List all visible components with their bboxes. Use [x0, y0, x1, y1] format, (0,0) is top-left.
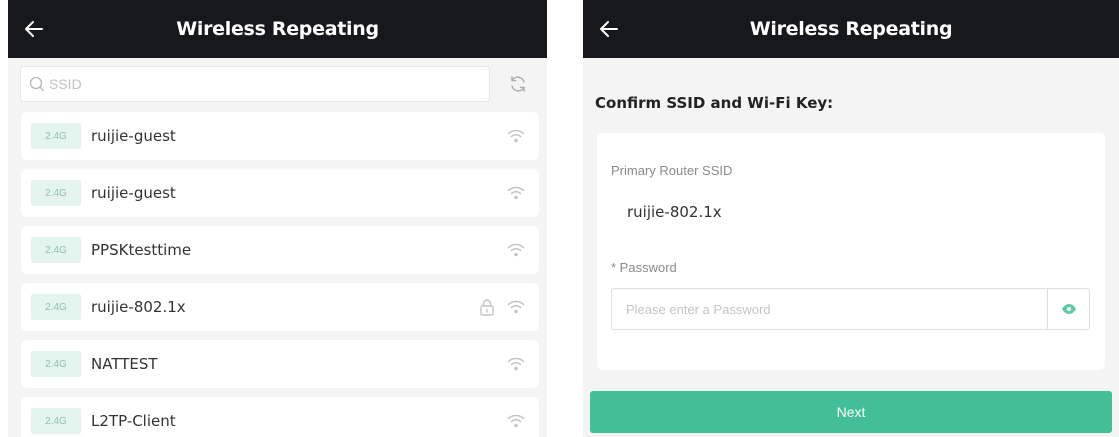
band-badge: 2.4G: [31, 408, 81, 434]
lock-icon: [480, 299, 494, 316]
confirm-key-screen: Wireless Repeating Confirm SSID and Wi-F…: [583, 0, 1119, 437]
wifi-signal-icon: [507, 129, 525, 143]
ssid-value: ruijie-802.1x: [627, 203, 722, 221]
band-badge: 2.4G: [31, 180, 81, 206]
ssid-label: Primary Router SSID: [611, 163, 733, 178]
network-ssid: PPSKtesttime: [91, 241, 192, 259]
password-label: * Password: [611, 260, 677, 275]
network-ssid: ruijie-802.1x: [91, 298, 186, 316]
search-input[interactable]: [49, 76, 469, 92]
network-item[interactable]: 2.4G NATTEST: [21, 340, 539, 388]
wifi-signal-icon: [507, 300, 525, 314]
wifi-signal-icon: [507, 186, 525, 200]
page-title: Wireless Repeating: [176, 18, 379, 40]
arrow-left-icon[interactable]: [22, 17, 46, 41]
network-item[interactable]: 2.4G ruijie-802.1x: [21, 283, 539, 331]
network-list: 2.4G ruijie-guest 2.4G ruijie-guest 2.4G…: [21, 112, 539, 437]
confirm-heading: Confirm SSID and Wi-Fi Key:: [595, 94, 834, 112]
search-box[interactable]: [20, 66, 490, 102]
credentials-card: Primary Router SSID ruijie-802.1x * Pass…: [597, 133, 1105, 370]
refresh-button[interactable]: [499, 66, 537, 102]
search-row: [8, 58, 547, 108]
eye-icon: [1061, 304, 1076, 314]
band-badge: 2.4G: [31, 237, 81, 263]
network-item[interactable]: 2.4G PPSKtesttime: [21, 226, 539, 274]
password-input[interactable]: [612, 289, 1047, 329]
wifi-signal-icon: [507, 414, 525, 428]
network-item[interactable]: 2.4G ruijie-guest: [21, 112, 539, 160]
next-button[interactable]: Next: [590, 391, 1112, 433]
header-bar: Wireless Repeating: [8, 0, 547, 58]
network-ssid: ruijie-guest: [91, 127, 176, 145]
wifi-signal-icon: [507, 243, 525, 257]
refresh-icon: [511, 76, 525, 92]
header-bar: Wireless Repeating: [583, 0, 1119, 58]
page-title: Wireless Repeating: [749, 18, 953, 40]
network-ssid: ruijie-guest: [91, 184, 176, 202]
password-field[interactable]: [611, 288, 1090, 330]
network-item[interactable]: 2.4G ruijie-guest: [21, 169, 539, 217]
arrow-left-icon[interactable]: [597, 17, 621, 41]
band-badge: 2.4G: [31, 123, 81, 149]
wifi-signal-icon: [507, 357, 525, 371]
band-badge: 2.4G: [31, 351, 81, 377]
search-icon: [29, 76, 45, 92]
band-badge: 2.4G: [31, 294, 81, 320]
network-ssid: L2TP-Client: [91, 412, 176, 430]
network-ssid: NATTEST: [91, 355, 158, 373]
show-password-button[interactable]: [1047, 289, 1089, 329]
network-list-screen: Wireless Repeating 2.4G ruijie-guest: [8, 0, 547, 437]
network-item[interactable]: 2.4G L2TP-Client: [21, 397, 539, 437]
